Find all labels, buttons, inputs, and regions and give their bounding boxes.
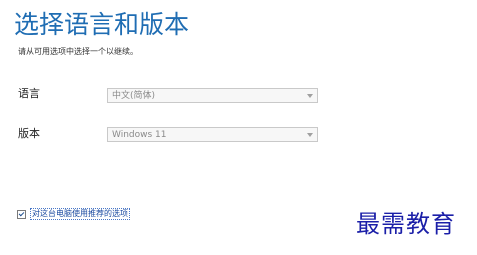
edition-label: 版本 — [18, 127, 40, 140]
recommended-options-label[interactable]: 对这台电脑使用推荐的选项 — [30, 208, 130, 220]
chevron-down-icon — [307, 133, 313, 137]
edition-select-value: Windows 11 — [112, 130, 167, 140]
page-title: 选择语言和版本 — [14, 10, 190, 39]
chevron-down-icon — [307, 94, 313, 98]
recommended-options-row[interactable]: 对这台电脑使用推荐的选项 — [17, 207, 130, 221]
recommended-options-checkbox[interactable] — [17, 209, 26, 219]
edition-select[interactable]: Windows 11 — [107, 127, 318, 142]
language-label: 语言 — [18, 87, 40, 100]
watermark-text: 最需教育 — [356, 210, 456, 238]
language-select[interactable]: 中文(简体) — [107, 88, 318, 103]
page-subtitle: 请从可用选项中选择一个以继续。 — [18, 47, 138, 56]
language-select-value: 中文(简体) — [112, 91, 156, 101]
check-icon — [18, 210, 25, 216]
